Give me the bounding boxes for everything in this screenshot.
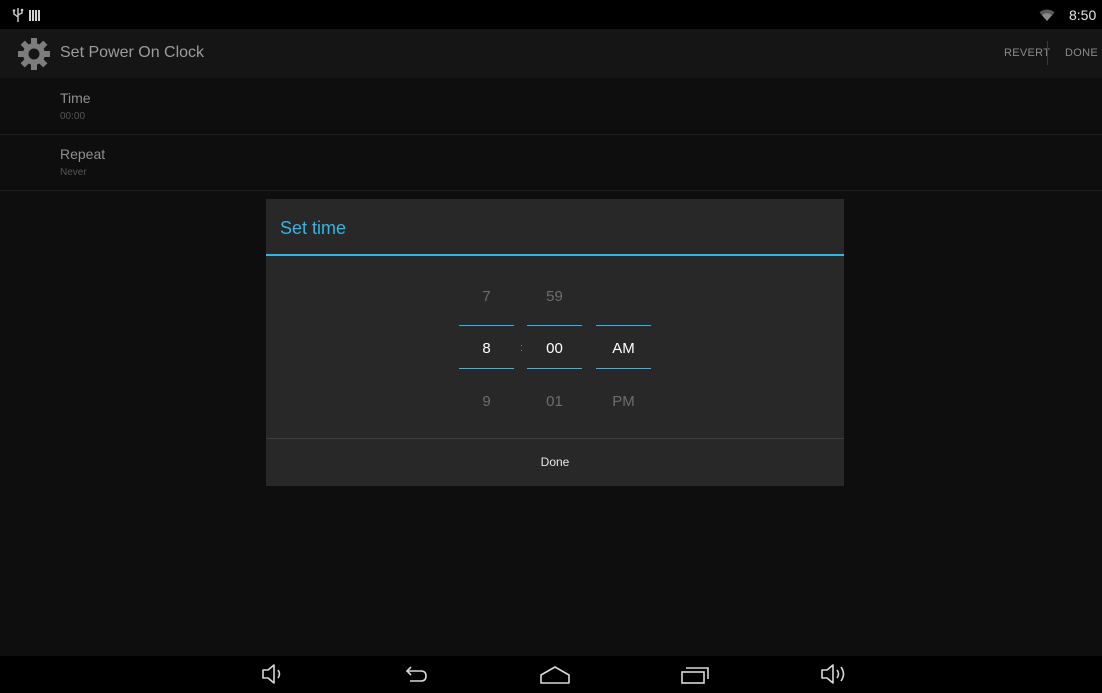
revert-button[interactable]: REVERT <box>1004 47 1050 59</box>
wifi-icon <box>1039 9 1055 21</box>
navigation-bar <box>0 656 1102 693</box>
picker-divider <box>459 325 514 326</box>
volume-up-icon[interactable] <box>819 662 851 686</box>
hour-next[interactable]: 9 <box>459 393 514 410</box>
minute-prev[interactable]: 59 <box>527 288 582 305</box>
pref-repeat[interactable]: Repeat Never <box>0 135 1102 191</box>
recent-apps-icon[interactable] <box>679 662 711 686</box>
pref-title: Repeat <box>60 146 106 162</box>
sd-card-icon <box>29 10 41 21</box>
status-clock: 8:50 <box>1069 7 1097 23</box>
time-separator: : <box>520 342 524 354</box>
volume-down-icon[interactable] <box>260 662 286 686</box>
usb-icon <box>12 8 24 22</box>
dialog-done-button[interactable]: Done <box>266 439 844 486</box>
minute-current[interactable]: 00 <box>527 340 582 357</box>
hour-current[interactable]: 8 <box>459 340 514 357</box>
ampm-current[interactable]: AM <box>596 340 651 357</box>
back-icon[interactable] <box>400 662 430 686</box>
dialog-title: Set time <box>280 218 347 238</box>
picker-divider <box>596 325 651 326</box>
picker-divider <box>527 368 582 369</box>
home-icon[interactable] <box>539 662 571 686</box>
status-bar: 8:50 <box>0 0 1102 29</box>
dialog-title-divider <box>266 254 844 256</box>
done-button[interactable]: DONE <box>1065 47 1098 59</box>
minute-next[interactable]: 01 <box>527 393 582 410</box>
action-divider <box>1047 41 1048 65</box>
settings-gear-icon[interactable] <box>16 36 52 72</box>
pref-summary: Never <box>60 167 87 178</box>
hour-prev[interactable]: 7 <box>459 288 514 305</box>
picker-divider <box>459 368 514 369</box>
action-bar: Set Power On Clock REVERT DONE <box>0 29 1102 78</box>
page-title: Set Power On Clock <box>60 44 205 61</box>
pref-title: Time <box>60 90 91 106</box>
pref-summary: 00:00 <box>60 111 86 122</box>
picker-divider <box>527 325 582 326</box>
picker-divider <box>596 368 651 369</box>
set-time-dialog: Set time 7 8 9 : 59 00 01 AM PM Done <box>266 199 844 486</box>
ampm-next[interactable]: PM <box>596 393 651 410</box>
pref-time[interactable]: Time 00:00 <box>0 79 1102 135</box>
